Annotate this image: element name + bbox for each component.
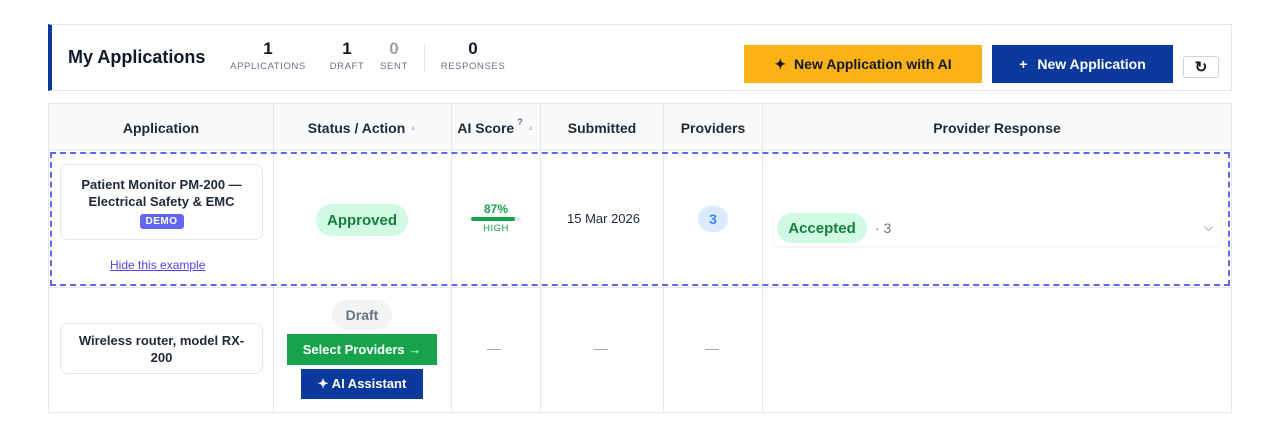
new-application-label: New Application [1037,56,1146,72]
applications-table: Application Status / Action ▲ AI Score? ▲ … [48,103,1232,413]
help-icon[interactable]: ? [517,117,523,127]
page-title: My Applications [68,47,206,67]
application-name: Wireless router, model RX-200 [78,332,245,365]
stat-draft: 1 DRAFT [322,39,372,72]
status-badge: Draft [332,300,392,330]
application-name: Patient Monitor PM-200 — Electrical Safe… [81,176,242,209]
application-card[interactable]: Patient Monitor PM-200 — Electrical Safe… [60,164,263,240]
status-badge: Approved [316,204,408,236]
provider-response-dropdown[interactable]: Accepted · 3 ⌵ [774,210,1220,246]
table-header: Application Status / Action ▲ AI Score? ▲ … [49,104,1231,151]
new-application-with-ai-label: New Application with AI [794,56,952,72]
ai-score-level: HIGH [483,223,509,234]
ai-assistant-button[interactable]: ✦ AI Assistant [301,369,423,399]
select-providers-button[interactable]: Select Providers → [287,334,437,365]
column-header-submitted[interactable]: Submitted [541,104,663,151]
submitted-empty: — [594,340,608,356]
response-status-badge: Accepted [777,213,867,243]
ai-score: 87% HIGH [466,202,526,234]
submitted-date: 15 Mar 2026 [567,211,640,226]
sort-icon: ▲ [526,123,535,132]
stat-responses-label: RESPONSES [440,61,506,72]
stat-responses-value: 0 [468,39,478,58]
hide-example-link[interactable]: Hide this example [110,258,205,272]
applications-header: My Applications 1 APPLICATIONS 1 DRAFT 0… [48,24,1232,91]
stat-draft-label: DRAFT [329,61,365,72]
sort-icon: ▲ [409,123,418,132]
stat-draft-value: 1 [342,39,352,58]
refresh-button[interactable]: ↻ [1183,56,1219,78]
ai-score-empty: — [487,340,501,356]
ai-score-bar-fill [471,217,515,221]
stat-applications: 1 APPLICATIONS [230,39,306,72]
stat-responses: 0 RESPONSES [435,39,511,72]
stat-sent-value: 0 [389,39,399,58]
plus-icon: + [1019,56,1028,72]
providers-count-badge[interactable]: 3 [698,206,728,232]
column-header-application[interactable]: Application [49,104,273,151]
chevron-down-icon: ⌵ [1204,220,1214,234]
column-header-status[interactable]: Status / Action ▲ [274,104,451,151]
sparkle-icon: ✦ [774,55,787,72]
application-card[interactable]: Wireless router, model RX-200 [60,323,263,374]
stat-sent: 0 SENT [372,39,416,72]
stat-sent-label: SENT [380,61,408,72]
stats-divider [424,45,425,73]
column-header-provider-response[interactable]: Provider Response [763,104,1231,151]
column-header-ai-score[interactable]: AI Score? ▲ [452,104,540,151]
row-divider [49,287,1231,288]
stat-applications-label: APPLICATIONS [230,61,306,72]
ai-score-value: 87% [483,202,509,216]
new-application-button[interactable]: + New Application [992,45,1173,83]
ai-score-bar [471,217,521,221]
demo-badge: DEMO [139,213,184,229]
providers-empty: — [705,340,719,356]
column-header-providers[interactable]: Providers [664,104,762,151]
new-application-with-ai-button[interactable]: ✦ New Application with AI [744,45,982,83]
stat-applications-value: 1 [263,39,273,58]
refresh-icon: ↻ [1194,59,1208,76]
response-count: · 3 [875,220,892,236]
